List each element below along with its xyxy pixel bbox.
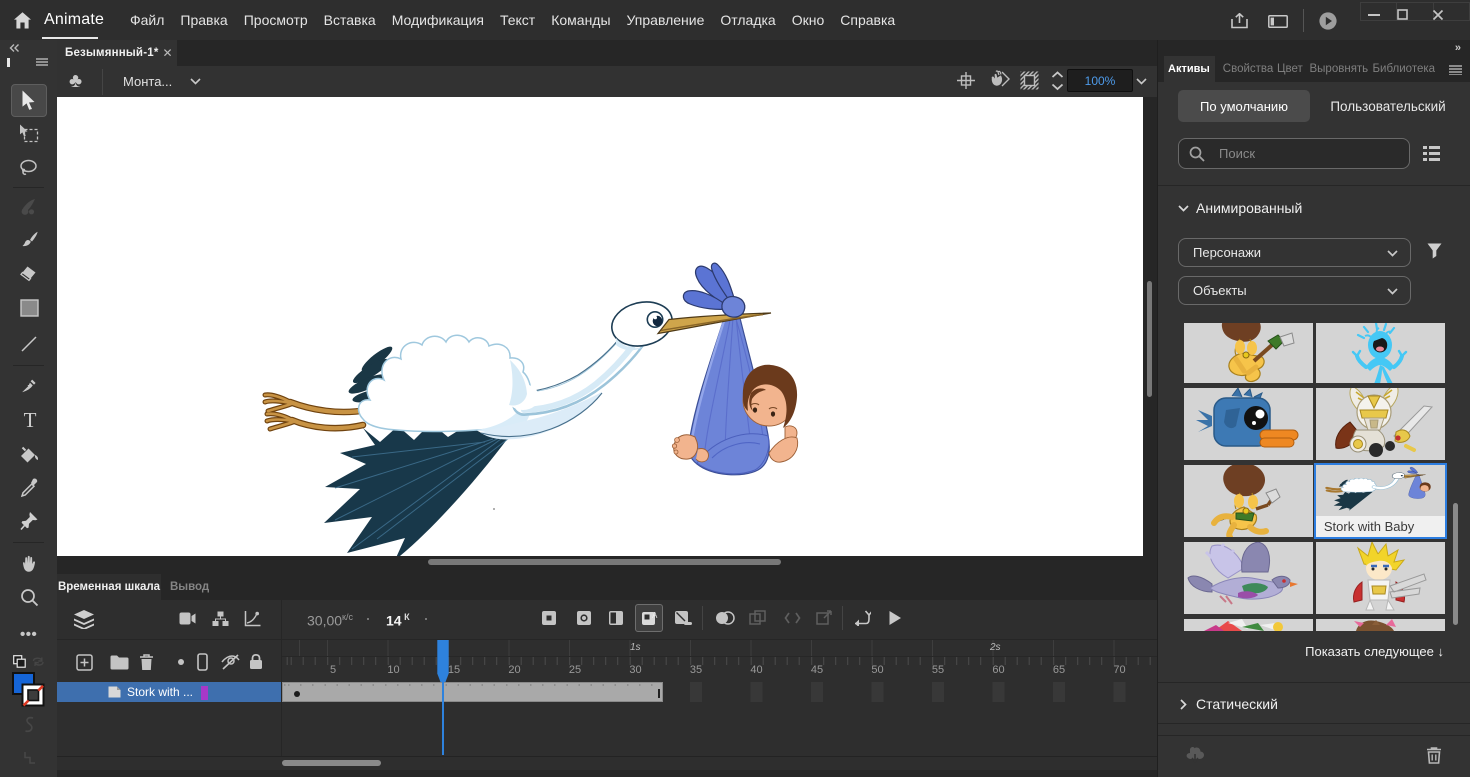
svg-text:A: A bbox=[652, 611, 658, 620]
